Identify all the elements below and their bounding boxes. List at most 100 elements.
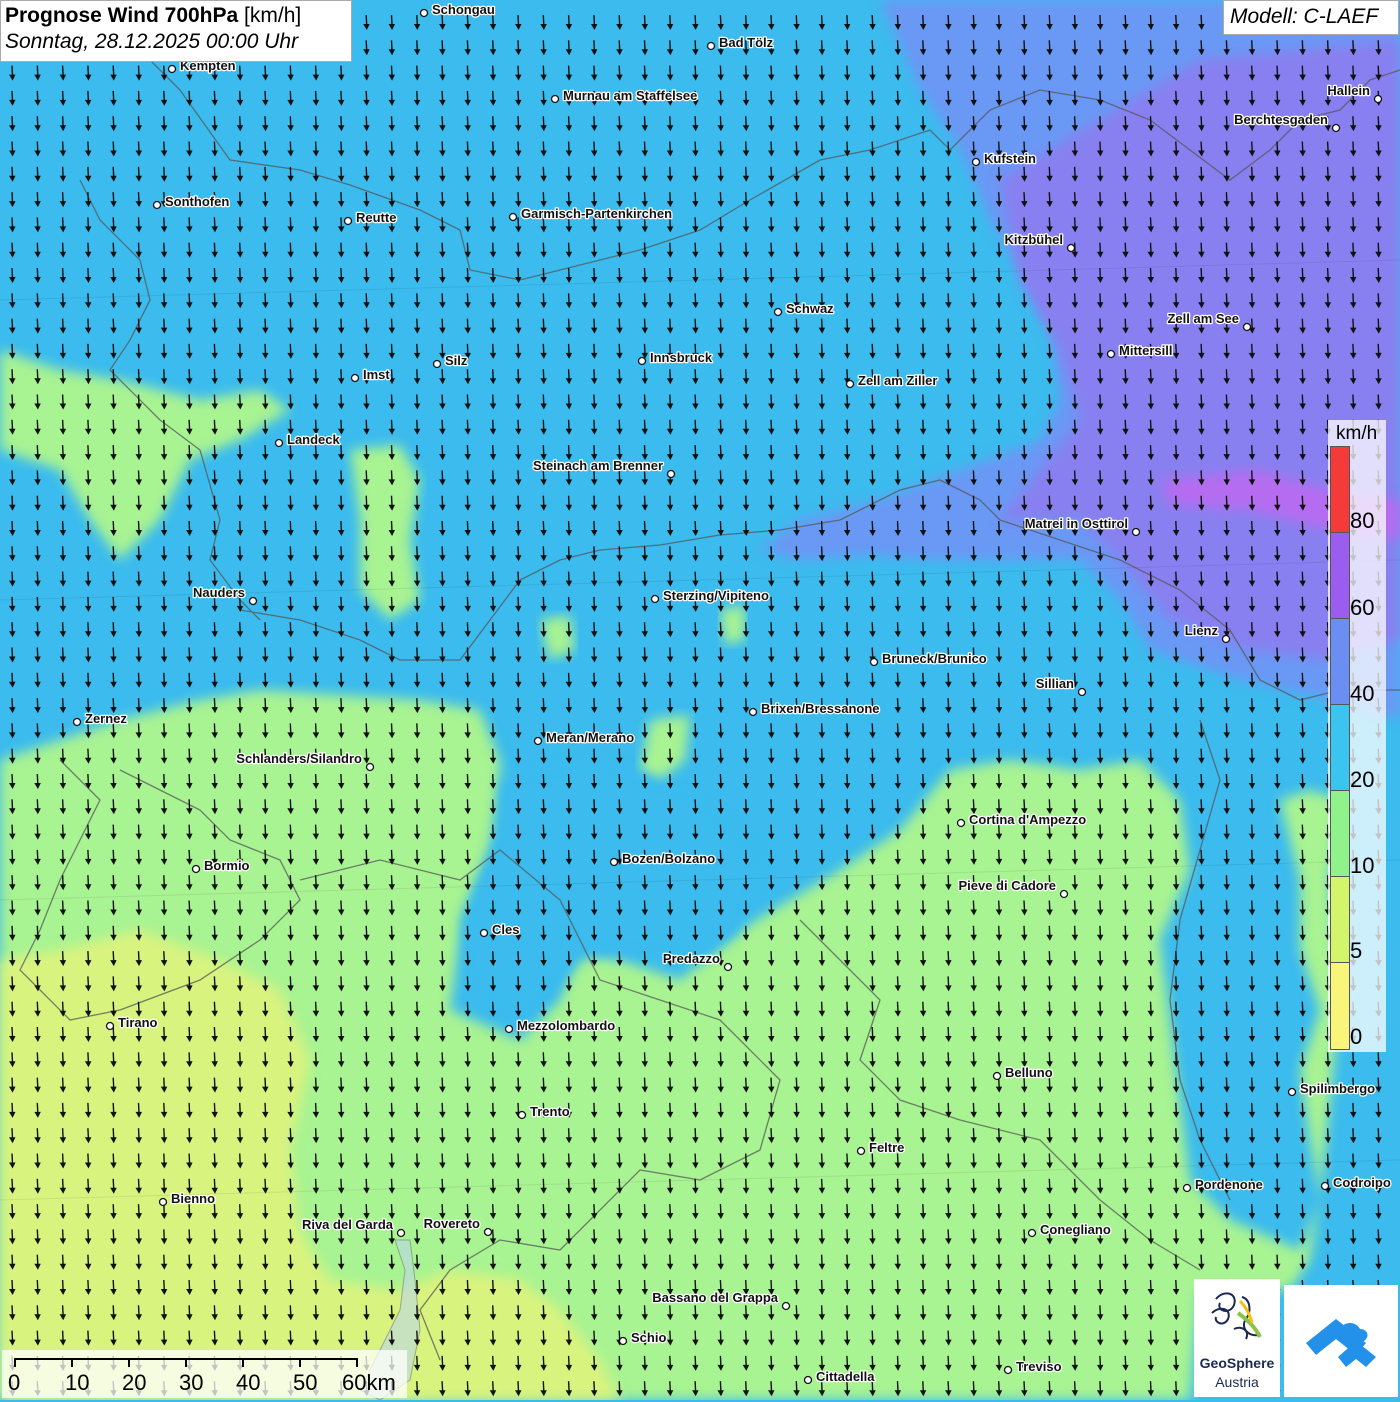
color-legend: km/h 80 60 40 20 10 5 0 (1328, 420, 1386, 1052)
city-label: Codroipo (1333, 1175, 1391, 1190)
forecast-datetime: Sonntag, 28.12.2025 00:00 Uhr (5, 30, 299, 53)
legend-color-segment (1331, 705, 1349, 791)
scale-tick (299, 1358, 301, 1367)
city-label: Rovereto (424, 1216, 480, 1231)
scale-label: 40 (236, 1370, 261, 1395)
city-marker: Garmisch-Partenkirchen (508, 205, 673, 222)
city-label: Imst (363, 367, 390, 382)
legend-color-bar (1330, 446, 1350, 1050)
city-label: Schongau (432, 2, 495, 17)
city-label: Cittadella (816, 1369, 875, 1384)
wind-map: SchongauBad TölzKemptenMurnau am Staffel… (0, 0, 1400, 1400)
city-label: Innsbruck (650, 350, 713, 365)
scale-label: 60km (342, 1370, 396, 1395)
city-marker: Spilimbergo (1287, 1080, 1376, 1097)
city-label: Bruneck/Brunico (882, 651, 987, 666)
map-title-box: Prognose Wind 700hPa [km/h] Sonntag, 28.… (0, 0, 352, 62)
city-label: Belluno (1005, 1065, 1053, 1080)
city-marker: Schongau (419, 1, 496, 18)
legend-color-segment (1331, 791, 1349, 877)
city-label: Meran/Merano (546, 730, 634, 745)
city-label: Brixen/Bressanone (761, 701, 880, 716)
city-marker: Brixen/Bressanone (748, 700, 881, 717)
city-label: Berchtesgaden (1234, 112, 1328, 127)
city-label: Silz (445, 353, 468, 368)
city-label: Trento (530, 1104, 570, 1119)
legend-color-segment (1331, 877, 1349, 963)
city-label: Mittersill (1119, 343, 1172, 358)
city-label: Mezzolombardo (517, 1018, 615, 1033)
city-label: Bienno (171, 1191, 215, 1206)
city-label: Tirano (118, 1015, 158, 1030)
legend-tick-label: 20 (1350, 767, 1375, 792)
city-label: Kitzbühel (1005, 232, 1064, 247)
city-label: Landeck (287, 432, 341, 447)
city-marker: Pordenone (1182, 1176, 1264, 1193)
wind-arrows (9, 14, 1382, 1397)
legend-unit: km/h (1336, 423, 1378, 444)
city-label: Bassano del Grappa (652, 1290, 778, 1305)
city-marker: Zell am Ziller (845, 372, 939, 389)
city-label: Bozen/Bolzano (622, 851, 715, 866)
city-label: Cles (492, 922, 519, 937)
city-label: Treviso (1016, 1359, 1062, 1374)
legend-tick-label: 10 (1350, 853, 1375, 878)
city-label: Spilimbergo (1300, 1081, 1375, 1096)
legend-color-segment (1331, 447, 1349, 533)
city-marker: Murnau am Staffelsee (550, 87, 699, 104)
city-marker: Sterzing/Vipiteno (650, 587, 770, 604)
city-marker: Innsbruck (637, 349, 714, 366)
city-label: Pordenone (1195, 1177, 1263, 1192)
scale-label: 20 (122, 1370, 147, 1395)
legend-tick-label: 0 (1350, 1024, 1363, 1049)
city-marker: Bruneck/Brunico (869, 650, 988, 667)
map-title-unit: [km/h] (244, 4, 302, 27)
scale-label: 10 (65, 1370, 90, 1395)
mountain-cloud-logo-icon (1306, 1319, 1376, 1367)
scale-tick (71, 1358, 73, 1367)
legend-tick-label: 60 (1350, 595, 1375, 620)
city-label: Schwaz (786, 301, 834, 316)
weather-app-logo (1284, 1285, 1398, 1397)
legend-tick-label: 80 (1350, 508, 1375, 533)
city-marker: Bozen/Bolzano (609, 850, 716, 867)
scale-label: 0 (8, 1370, 21, 1395)
scale-tick (242, 1358, 244, 1367)
model-label: Modell: C-LAEF (1223, 0, 1399, 35)
city-label: Sterzing/Vipiteno (663, 588, 769, 603)
city-label: Predazzo (663, 951, 720, 966)
city-label: Steinach am Brenner (533, 458, 663, 473)
map-title-main: Prognose Wind 700hPa (5, 4, 239, 27)
city-label: Schio (631, 1330, 666, 1345)
city-label: Sonthofen (165, 194, 229, 209)
city-label: Murnau am Staffelsee (563, 88, 697, 103)
city-marker: Cortina d'Ampezzo (956, 811, 1088, 828)
city-label: Feltre (869, 1140, 904, 1155)
scale-label: 30 (179, 1370, 204, 1395)
scale-tick (356, 1358, 358, 1367)
city-label: Bad Tölz (719, 35, 774, 50)
city-marker: Conegliano (1027, 1221, 1112, 1238)
city-label: Kufstein (984, 151, 1036, 166)
city-label: Zernez (85, 711, 127, 726)
geosphere-logo-name: GeoSphere (1199, 1355, 1275, 1371)
city-label: Lienz (1185, 623, 1219, 638)
city-label: Garmisch-Partenkirchen (521, 206, 672, 221)
legend-color-segment (1331, 963, 1349, 1049)
city-label: Bormio (204, 858, 250, 873)
city-label: Matrei in Osttirol (1025, 516, 1128, 531)
legend-tick-label: 40 (1350, 681, 1375, 706)
scale-tick (14, 1358, 16, 1367)
city-label: Zell am Ziller (858, 373, 937, 388)
city-label: Conegliano (1040, 1222, 1111, 1237)
geosphere-logo-country: Austria (1215, 1374, 1259, 1390)
city-label: Sillian (1036, 676, 1074, 691)
scale-label: 50 (293, 1370, 318, 1395)
geosphere-emblem-icon (1211, 1292, 1262, 1340)
city-label: Zell am See (1167, 311, 1239, 326)
map-title: Prognose Wind 700hPa [km/h] (5, 4, 347, 28)
city-label: Nauders (193, 585, 245, 600)
scale-tick (128, 1358, 130, 1367)
scale-tick (185, 1358, 187, 1367)
city-marker: Sonthofen (152, 193, 231, 210)
